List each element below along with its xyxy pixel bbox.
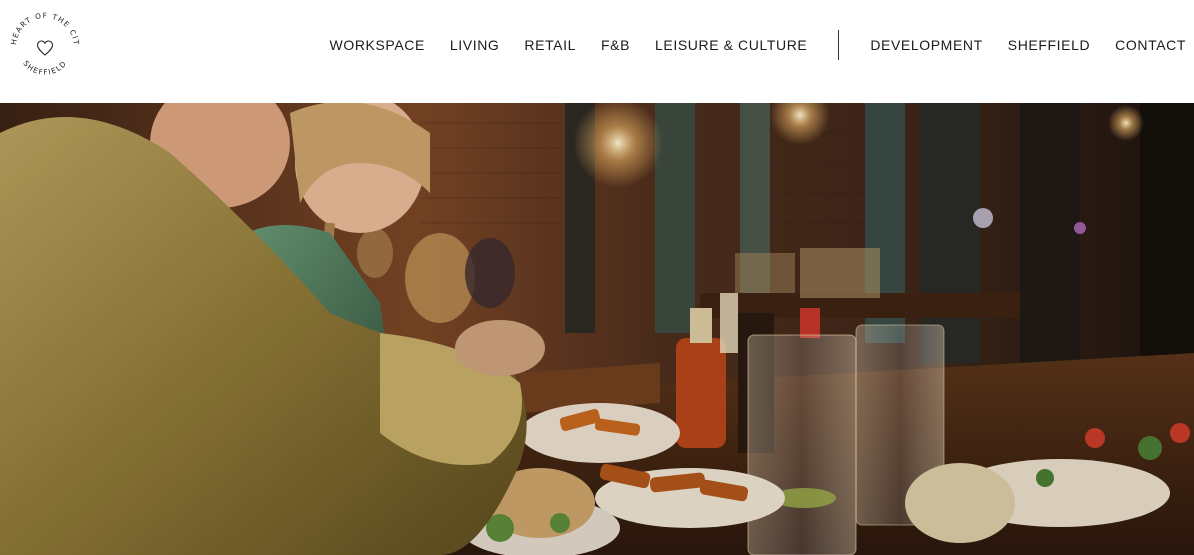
nav-item-contact[interactable]: CONTACT: [1115, 37, 1186, 53]
primary-nav: WORKSPACE LIVING RETAIL F&B LEISURE & CU…: [330, 37, 808, 53]
secondary-nav: DEVELOPMENT SHEFFIELD CONTACT: [870, 37, 1186, 53]
nav-item-retail[interactable]: RETAIL: [524, 37, 576, 53]
hero-photo-restaurant-dining: [0, 103, 1194, 555]
hero-image: [0, 103, 1194, 555]
heart-of-the-city-logo-icon: HEART OF THE CITY SHEFFIELD: [6, 8, 81, 77]
nav-item-sheffield[interactable]: SHEFFIELD: [1008, 37, 1090, 53]
nav-item-development[interactable]: DEVELOPMENT: [870, 37, 982, 53]
logo-ring-text-top: HEART OF THE CITY: [6, 8, 81, 46]
nav-item-workspace[interactable]: WORKSPACE: [330, 37, 425, 53]
heart-icon: [36, 40, 54, 56]
site-header: HEART OF THE CITY SHEFFIELD WORKSPACE LI…: [0, 0, 1194, 103]
nav-item-living[interactable]: LIVING: [450, 37, 500, 53]
nav-divider: [838, 30, 840, 60]
logo-ring-text-bottom: SHEFFIELD: [21, 59, 68, 77]
main-navigation: WORKSPACE LIVING RETAIL F&B LEISURE & CU…: [330, 30, 1194, 60]
nav-item-leisure-culture[interactable]: LEISURE & CULTURE: [655, 37, 807, 53]
nav-item-fnb[interactable]: F&B: [601, 37, 630, 53]
site-logo[interactable]: HEART OF THE CITY SHEFFIELD: [6, 8, 84, 86]
